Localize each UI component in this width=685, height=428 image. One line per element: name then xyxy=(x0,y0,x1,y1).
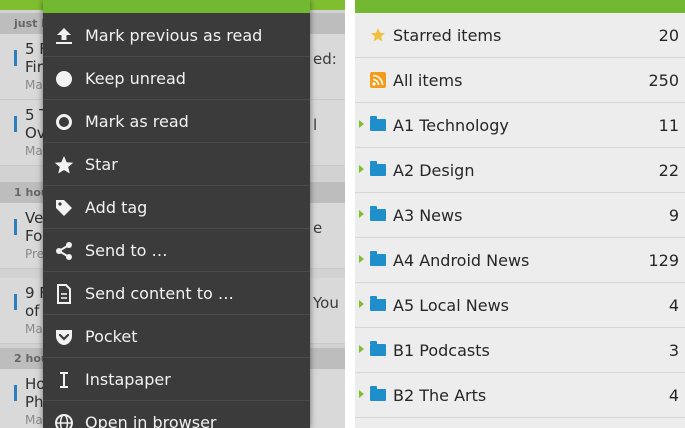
filled-circle-icon xyxy=(56,71,72,87)
unread-count: 9 xyxy=(668,206,679,225)
unread-marker xyxy=(14,219,17,235)
menu-item-label: Instapaper xyxy=(85,370,171,389)
menu-item-label: Mark previous as read xyxy=(85,26,263,45)
unread-count: 4 xyxy=(668,386,679,405)
menu-item-label: Add tag xyxy=(85,198,148,217)
globe-icon xyxy=(55,414,73,428)
ring-icon xyxy=(56,114,72,130)
article-meta: Ma xyxy=(25,78,43,92)
article-meta: Pre xyxy=(25,247,45,261)
feed-row-folder[interactable]: B2 The Arts 4 xyxy=(355,373,685,418)
article-title-tail: You xyxy=(313,294,339,312)
menu-item-label: Star xyxy=(85,155,118,174)
feed-row-folder[interactable]: A5 Local News 4 xyxy=(355,283,685,328)
share-icon xyxy=(56,242,72,260)
expand-arrow-icon[interactable] xyxy=(359,345,364,353)
expand-arrow-icon[interactable] xyxy=(359,165,364,173)
unread-count: 129 xyxy=(648,251,679,270)
menu-item-label: Mark as read xyxy=(85,112,189,131)
unread-count: 22 xyxy=(658,161,679,180)
menu-item-label: Send to … xyxy=(85,241,168,260)
upload-arrow-icon xyxy=(56,28,72,44)
expand-arrow-icon[interactable] xyxy=(359,390,364,398)
tag-icon xyxy=(56,200,72,216)
folder-icon xyxy=(370,296,386,313)
menu-item-mark-previous-as-read[interactable]: Mark previous as read xyxy=(43,14,310,57)
menu-item-pocket[interactable]: Pocket xyxy=(43,315,310,358)
unread-count: 3 xyxy=(668,341,679,360)
unread-count: 250 xyxy=(648,71,679,90)
menu-item-label: Pocket xyxy=(85,327,138,346)
folder-icon xyxy=(370,161,386,178)
right-accent-bar xyxy=(355,0,685,13)
feed-label: A4 Android News xyxy=(393,251,530,270)
feed-label: A5 Local News xyxy=(393,296,509,315)
unread-count: 11 xyxy=(658,116,679,135)
feeds-panel: Starred items 20 All items 250 A1 Techno… xyxy=(355,0,685,428)
article-title: Ve xyxy=(25,209,44,227)
menu-item-star[interactable]: Star xyxy=(43,143,310,186)
menu-item-open-in-browser[interactable]: Open in browser xyxy=(43,401,310,428)
menu-item-send-to[interactable]: Send to … xyxy=(43,229,310,272)
feed-row-all-items[interactable]: All items 250 xyxy=(355,58,685,103)
expand-arrow-icon[interactable] xyxy=(359,300,364,308)
menu-accent-bar xyxy=(43,0,310,13)
article-meta: Ma xyxy=(25,144,43,158)
menu-item-keep-unread[interactable]: Keep unread xyxy=(43,57,310,100)
article-title-line2: Fir xyxy=(25,58,43,76)
folder-icon xyxy=(370,386,386,403)
feed-row-folder[interactable]: A4 Android News 129 xyxy=(355,238,685,283)
article-title-line2: Ph xyxy=(25,393,44,411)
menu-item-add-tag[interactable]: Add tag xyxy=(43,186,310,229)
star-icon xyxy=(371,28,385,42)
folder-icon xyxy=(370,341,386,358)
article-title-tail: e xyxy=(313,219,323,237)
menu-item-label: Send content to … xyxy=(85,284,234,303)
unread-count: 4 xyxy=(668,296,679,315)
feed-row-folder[interactable]: A1 Technology 11 xyxy=(355,103,685,148)
article-title-tail: ed: xyxy=(313,50,337,68)
panel-divider xyxy=(345,0,355,428)
menu-item-mark-as-read[interactable]: Mark as read xyxy=(43,100,310,143)
menu-item-instapaper[interactable]: Instapaper xyxy=(43,358,310,401)
unread-count: 20 xyxy=(658,26,679,45)
article-title-line2: Fo xyxy=(25,227,43,245)
document-icon xyxy=(57,284,71,304)
rss-icon xyxy=(370,72,386,88)
article-title-line2: of xyxy=(25,302,40,320)
feed-row-folder[interactable]: B1 Podcasts 3 xyxy=(355,328,685,373)
feed-label: A3 News xyxy=(393,206,463,225)
feed-row-folder[interactable]: A3 News 9 xyxy=(355,193,685,238)
pocket-icon xyxy=(56,330,72,345)
unread-marker xyxy=(14,294,17,310)
feed-row-folder[interactable]: A2 Design 22 xyxy=(355,148,685,193)
unread-marker xyxy=(14,116,17,132)
feed-label: B1 Podcasts xyxy=(393,341,490,360)
expand-arrow-icon[interactable] xyxy=(359,120,364,128)
expand-arrow-icon[interactable] xyxy=(359,255,364,263)
folder-icon xyxy=(370,206,386,223)
feed-label: All items xyxy=(393,71,463,90)
article-context-menu: Mark previous as read Keep unread Mark a… xyxy=(43,0,310,428)
article-meta: Ma xyxy=(25,413,43,427)
unread-marker xyxy=(14,50,17,66)
feed-label: A1 Technology xyxy=(393,116,509,135)
folder-icon xyxy=(370,251,386,268)
menu-item-label: Keep unread xyxy=(85,69,186,88)
feed-row-starred[interactable]: Starred items 20 xyxy=(355,13,685,58)
feed-label: A2 Design xyxy=(393,161,475,180)
unread-marker xyxy=(14,385,17,401)
article-meta: Ma xyxy=(25,322,43,336)
article-title-tail: l xyxy=(313,116,318,134)
star-icon xyxy=(54,156,74,174)
feed-label: B2 The Arts xyxy=(393,386,487,405)
feed-label: Starred items xyxy=(393,26,502,45)
menu-item-send-content-to[interactable]: Send content to … xyxy=(43,272,310,315)
expand-arrow-icon[interactable] xyxy=(359,210,364,218)
instapaper-icon xyxy=(60,372,68,388)
menu-item-label: Open in browser xyxy=(85,413,217,428)
folder-icon xyxy=(370,116,386,133)
